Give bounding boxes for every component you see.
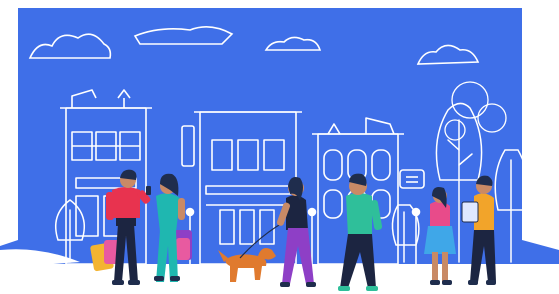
city-street-illustration xyxy=(0,8,559,294)
